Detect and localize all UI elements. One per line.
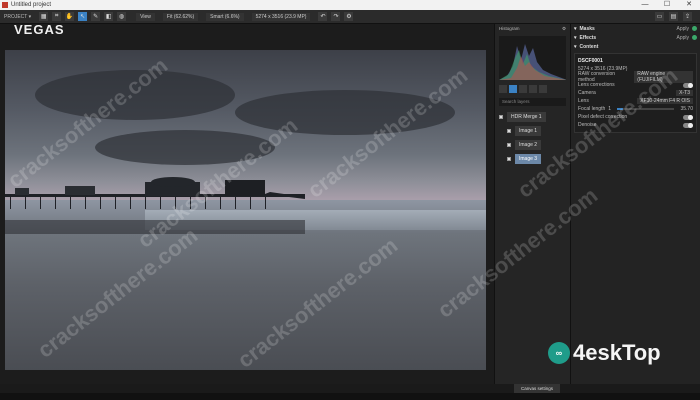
masks-label: Masks bbox=[579, 25, 595, 32]
lens-corrections-label: Lens corrections bbox=[578, 82, 615, 88]
pier-silhouette bbox=[5, 177, 305, 209]
pixel-defect-toggle[interactable] bbox=[683, 114, 693, 120]
effects-label: Effects bbox=[579, 34, 597, 41]
maximize-button[interactable]: ☐ bbox=[656, 0, 678, 10]
canvas-area[interactable]: VEGAS bbox=[0, 22, 494, 384]
logo-text: 4eskTop bbox=[573, 340, 661, 365]
layers-search-input[interactable]: Search layers bbox=[499, 98, 566, 106]
effects-section[interactable]: ▾ Effects Apply bbox=[571, 33, 700, 42]
properties-panel: ▾ Masks Apply ▾ Effects Apply ▾ Content … bbox=[570, 24, 700, 384]
export-icon[interactable]: ⇪ bbox=[683, 12, 692, 21]
focal-length-value: 1 bbox=[608, 106, 612, 112]
denoise-label: Denoise bbox=[578, 122, 597, 128]
fill-icon[interactable]: ◍ bbox=[117, 12, 127, 21]
compare-dropdown[interactable]: Smart (6.6%) bbox=[206, 12, 244, 21]
photo-canvas[interactable] bbox=[5, 50, 486, 370]
status-bar bbox=[0, 393, 700, 400]
layer-row[interactable]: Image 1 bbox=[499, 124, 566, 138]
effects-apply-button[interactable]: Apply bbox=[676, 35, 689, 41]
logo-mark-icon: ∞ bbox=[548, 342, 570, 364]
title-bar: Untitled project — ☐ ✕ bbox=[0, 0, 700, 10]
histogram-graph bbox=[499, 36, 566, 80]
layer-item[interactable]: HDR Merge 1 bbox=[507, 112, 546, 122]
eraser-icon[interactable]: ◧ bbox=[104, 12, 114, 21]
histogram-settings-icon[interactable]: ⚙ bbox=[562, 26, 566, 32]
mask-icon[interactable] bbox=[519, 85, 527, 93]
layers-panel: Histogram ⚙ Search layers HDR Merge 1 Im… bbox=[494, 24, 570, 384]
layer-row[interactable]: Image 3 bbox=[499, 152, 566, 166]
canvas-settings-button[interactable]: Canvas settings bbox=[514, 384, 560, 393]
grid-icon[interactable]: ▦ bbox=[39, 12, 49, 21]
layer-row[interactable]: Image 2 bbox=[499, 138, 566, 152]
view-dropdown[interactable]: View bbox=[136, 12, 155, 21]
file-name: DSCF0001 bbox=[578, 58, 603, 64]
denoise-toggle[interactable] bbox=[683, 122, 693, 128]
minimize-button[interactable]: — bbox=[634, 0, 656, 10]
layers-icon[interactable] bbox=[499, 85, 507, 93]
visibility-checkbox[interactable] bbox=[507, 157, 511, 161]
crop-icon[interactable]: ⌗ bbox=[52, 12, 62, 21]
select-icon[interactable]: ↖ bbox=[78, 12, 88, 21]
visibility-checkbox[interactable] bbox=[507, 143, 511, 147]
camera-label: Camera bbox=[578, 90, 596, 96]
cloud-shape bbox=[235, 90, 455, 135]
hand-icon[interactable]: ✋ bbox=[65, 12, 75, 21]
raw-method-dropdown[interactable]: RAW engine (FUJIFILM) bbox=[634, 71, 693, 83]
visibility-checkbox[interactable] bbox=[507, 129, 511, 133]
window-title: Untitled project bbox=[11, 2, 52, 8]
focal-length-max: 35.70 bbox=[680, 106, 693, 112]
content-properties: DSCF0001 5274 x 3516 (23.9MP) RAW conver… bbox=[574, 53, 697, 133]
layout-icon[interactable]: ▭ bbox=[655, 12, 664, 21]
layer-item[interactable]: Image 1 bbox=[515, 126, 542, 136]
app-icon bbox=[2, 2, 8, 8]
pier-reflection bbox=[5, 220, 305, 234]
layer-row[interactable]: HDR Merge 1 bbox=[499, 110, 566, 124]
layer-item-selected[interactable]: Image 3 bbox=[515, 154, 542, 164]
pixel-defect-label: Pixel defect correction bbox=[578, 114, 628, 120]
camera-dropdown[interactable]: X-T3 bbox=[676, 90, 693, 96]
status-dot-icon bbox=[692, 26, 697, 31]
layer-item[interactable]: Image 2 bbox=[515, 140, 542, 150]
lens-label: Lens bbox=[578, 98, 589, 104]
desktop-logo: ∞ 4eskTop bbox=[548, 340, 661, 366]
fx-icon[interactable] bbox=[529, 85, 537, 93]
masks-section[interactable]: ▾ Masks Apply bbox=[571, 24, 700, 33]
masks-apply-button[interactable]: Apply bbox=[676, 26, 689, 32]
chevron-down-icon[interactable]: ▾ bbox=[574, 35, 577, 41]
focal-length-slider[interactable] bbox=[617, 108, 675, 110]
visibility-checkbox[interactable] bbox=[499, 115, 503, 119]
focal-length-label: Focal length bbox=[578, 106, 606, 112]
settings-icon[interactable]: ⚙ bbox=[344, 12, 354, 21]
brush-icon[interactable]: ✎ bbox=[91, 12, 101, 21]
adjust-icon[interactable] bbox=[509, 85, 517, 93]
chevron-down-icon[interactable]: ▾ bbox=[574, 26, 577, 32]
status-dot-icon bbox=[692, 35, 697, 40]
lens-corrections-toggle[interactable] bbox=[683, 82, 693, 88]
project-label[interactable]: PROJECT ▾ bbox=[4, 14, 31, 20]
close-button[interactable]: ✕ bbox=[678, 0, 700, 10]
histogram-label: Histogram bbox=[499, 26, 520, 31]
cloud-shape bbox=[95, 130, 275, 165]
chevron-down-icon[interactable]: ▾ bbox=[574, 44, 577, 50]
cloud-shape bbox=[35, 70, 235, 120]
toolbar: PROJECT ▾ ▦ ⌗ ✋ ↖ ✎ ◧ ◍ View Fit (62.62%… bbox=[0, 10, 700, 24]
content-label: Content bbox=[579, 43, 599, 50]
panel-icon[interactable]: ▤ bbox=[669, 12, 678, 21]
lens-dropdown[interactable]: XF10-24mm F4 R OIS bbox=[637, 98, 693, 104]
content-section[interactable]: ▾ Content bbox=[571, 42, 700, 51]
zoom-dropdown[interactable]: Fit (62.62%) bbox=[162, 12, 199, 21]
history-icon[interactable] bbox=[539, 85, 547, 93]
brand-logo: VEGAS bbox=[14, 22, 65, 37]
size-readout: 5274 x 3516 (23.9 MP) bbox=[251, 12, 311, 21]
undo-icon[interactable]: ↶ bbox=[318, 12, 328, 21]
redo-icon[interactable]: ↷ bbox=[331, 12, 341, 21]
